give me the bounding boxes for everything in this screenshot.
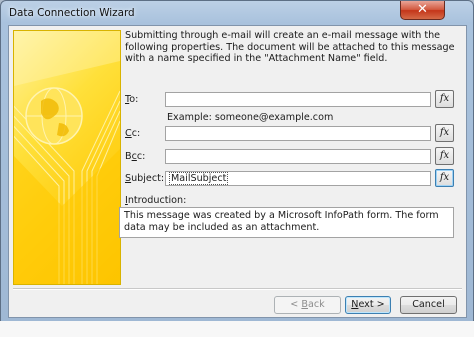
wizard-banner-image	[13, 30, 121, 285]
introduction-label-text: ntroduction:	[127, 195, 187, 206]
to-label: To:	[125, 94, 138, 105]
background-bottom-area	[0, 321, 474, 337]
subject-label: Subject:	[125, 173, 164, 184]
cc-field[interactable]	[165, 126, 431, 141]
description-text: Submitting through e-mail will create an…	[125, 30, 455, 64]
subject-label-text: ubject:	[131, 173, 165, 184]
bcc-formula-button[interactable]: fx	[435, 147, 454, 165]
back-button-accesskey: B	[301, 299, 308, 310]
introduction-label: Introduction:	[125, 195, 186, 206]
globe-icon	[14, 31, 120, 284]
bcc-field[interactable]	[165, 149, 431, 164]
to-label-text: o:	[129, 94, 139, 105]
next-button[interactable]: Next >	[345, 296, 391, 314]
dialog-title: Data Connection Wizard	[9, 7, 135, 19]
introduction-textarea[interactable]: This message was created by a Microsoft …	[119, 207, 454, 238]
subject-value: MailSubject	[169, 172, 229, 185]
back-button-label: ack	[307, 299, 325, 310]
cc-formula-button[interactable]: fx	[435, 124, 454, 142]
to-field[interactable]	[165, 92, 431, 107]
back-button[interactable]: < Back	[274, 296, 341, 314]
cc-label: Cc:	[125, 128, 140, 139]
back-button-prefix: <	[290, 299, 302, 310]
cancel-button[interactable]: Cancel	[400, 296, 457, 314]
cc-label-accesskey: C	[125, 128, 132, 139]
close-icon: ✕	[417, 2, 428, 17]
subject-field[interactable]: MailSubject	[165, 171, 431, 186]
cc-label-text: c:	[131, 128, 141, 139]
to-formula-button[interactable]: fx	[435, 90, 454, 108]
button-separator	[13, 288, 462, 290]
bcc-label-prefix: B	[125, 151, 132, 162]
bcc-label: Bcc:	[125, 151, 145, 162]
to-example-text: Example: someone@example.com	[167, 112, 334, 123]
next-button-label: ext >	[358, 299, 385, 310]
bcc-label-text: c:	[136, 151, 146, 162]
dialog-client-area: Submitting through e-mail will create an…	[8, 25, 467, 318]
close-button[interactable]: ✕	[400, 1, 445, 20]
data-connection-wizard-dialog: Data Connection Wizard ✕ Submitting thro…	[0, 0, 474, 322]
subject-formula-button[interactable]: fx	[435, 169, 454, 187]
